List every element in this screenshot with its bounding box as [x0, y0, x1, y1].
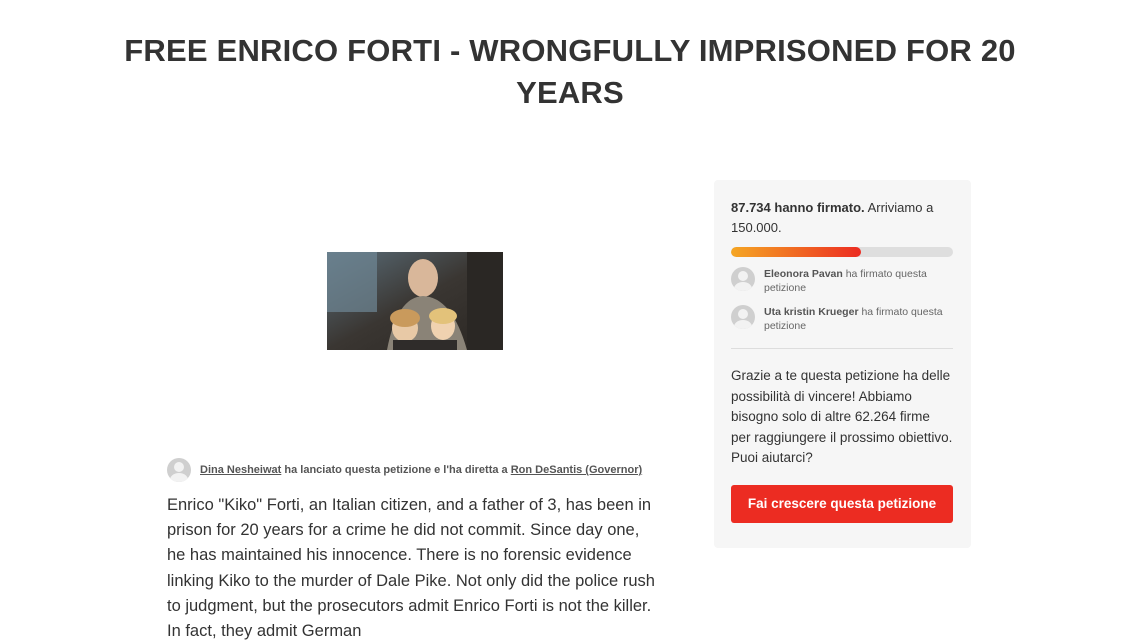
petition-photo — [327, 252, 503, 350]
progress-bar — [731, 247, 953, 257]
grow-petition-button[interactable]: Fai crescere questa petizione — [731, 484, 953, 523]
signer-name: Uta kristin Krueger — [764, 306, 859, 318]
starter-name-link[interactable]: Dina Nesheiwat — [200, 464, 281, 476]
panel-divider — [731, 348, 953, 349]
target-link[interactable]: Ron DeSantis (Governor) — [511, 464, 642, 476]
starter-avatar — [167, 458, 191, 482]
starter-text: Dina Nesheiwat ha lanciato questa petizi… — [200, 464, 642, 476]
petition-starter: Dina Nesheiwat ha lanciato questa petizi… — [167, 458, 642, 482]
signed-count: 87.734 hanno firmato. — [731, 200, 865, 215]
signature-panel: 87.734 hanno firmato. Arriviamo a 150.00… — [714, 180, 971, 548]
signature-count: 87.734 hanno firmato. Arriviamo a 150.00… — [731, 198, 953, 238]
starter-action-text: ha lanciato questa petizione e l'ha dire… — [284, 464, 508, 476]
cta-message: Grazie a te questa petizione ha delle po… — [731, 368, 953, 465]
signer-name: Eleonora Pavan — [764, 268, 843, 280]
petition-body: Enrico "Kiko" Forti, an Italian citizen,… — [167, 496, 655, 641]
photo-image — [327, 252, 503, 350]
petition-title: FREE ENRICO FORTI - WRONGFULLY IMPRISONE… — [124, 33, 1016, 110]
recent-signer: Uta kristin Krueger ha firmato questa pe… — [731, 305, 954, 333]
progress-fill — [731, 247, 861, 257]
signer-avatar — [731, 305, 755, 329]
signer-avatar — [731, 267, 755, 291]
recent-signer: Eleonora Pavan ha firmato questa petizio… — [731, 267, 954, 295]
